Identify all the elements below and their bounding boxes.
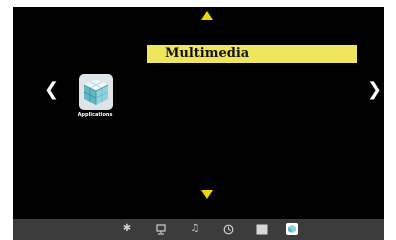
applications-label[interactable]: Applications (71, 112, 119, 118)
music-note-icon[interactable]: ♫ (189, 223, 201, 235)
up-arrow-icon[interactable] (201, 11, 213, 20)
menu-title: Multimedia (165, 46, 250, 61)
previous-page-icon[interactable]: ❮ (44, 78, 59, 102)
applications-icon[interactable] (286, 223, 298, 235)
applications-cube-icon[interactable] (79, 74, 113, 110)
picture-icon[interactable] (256, 223, 268, 235)
down-arrow-icon[interactable] (201, 190, 213, 199)
tv-menu-screen (13, 7, 384, 220)
next-page-icon[interactable]: ❯ (367, 78, 382, 102)
monitor-icon[interactable] (155, 223, 167, 235)
clock-icon[interactable] (222, 223, 234, 235)
settings-gear-icon[interactable]: ✱ (121, 223, 133, 235)
